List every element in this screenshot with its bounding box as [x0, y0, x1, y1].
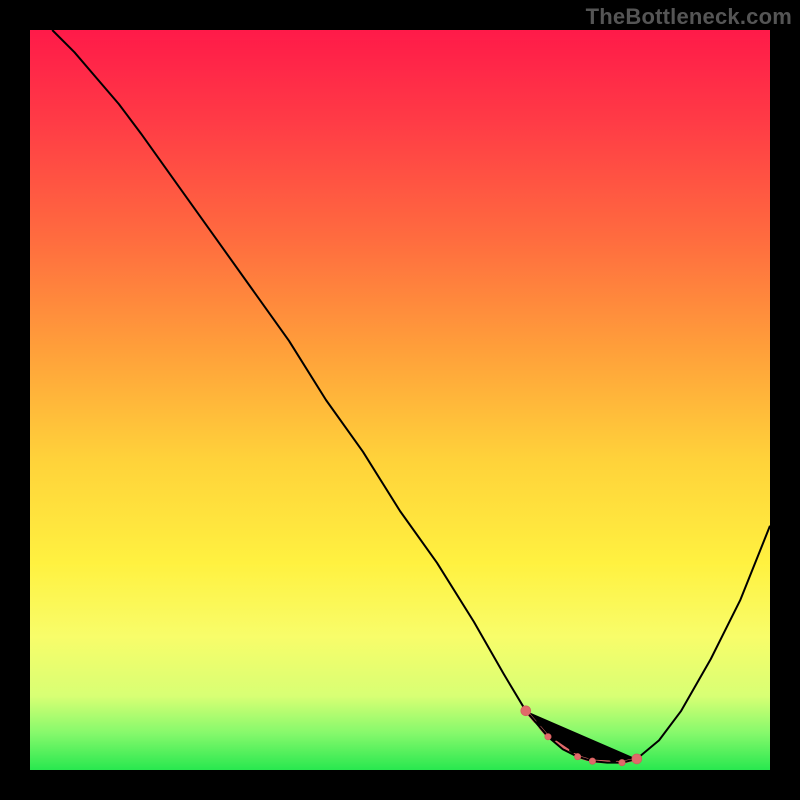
trough-marker-dot [545, 734, 551, 740]
trough-marker-dot [574, 753, 580, 759]
watermark-text: TheBottleneck.com [586, 4, 792, 30]
trough-marker-dot [619, 759, 625, 765]
trough-marker-line [526, 711, 637, 763]
trough-marker-dot [521, 706, 531, 716]
plot-area [30, 30, 770, 770]
chart-svg [30, 30, 770, 770]
bottleneck-curve [52, 30, 770, 763]
trough-marker-dot [589, 758, 595, 764]
chart-frame: TheBottleneck.com [0, 0, 800, 800]
trough-marker-dot [632, 754, 642, 764]
